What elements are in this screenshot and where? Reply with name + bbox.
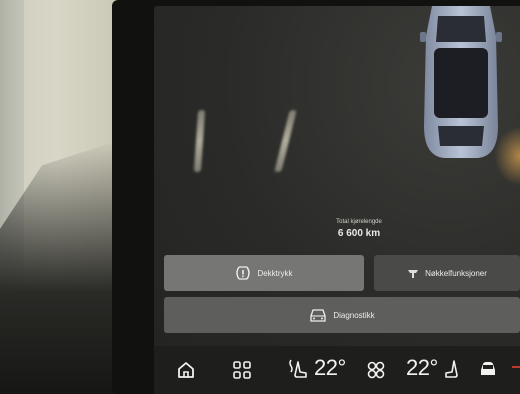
diagnostics-car-icon	[310, 309, 326, 322]
odometer-label: Total kjørelengde	[336, 219, 382, 225]
light-reflection	[494, 126, 520, 186]
alert-indicator	[512, 366, 520, 368]
passenger-temperature[interactable]: 22°	[406, 355, 438, 381]
diagnostics-button[interactable]: Diagnostikk	[164, 297, 520, 333]
passenger-seat-heat-icon[interactable]	[444, 358, 462, 382]
key-icon	[408, 270, 419, 278]
fan-icon[interactable]	[366, 360, 386, 380]
odometer: Total kjørelengde 6 600 km	[304, 219, 414, 239]
driver-seat-heat-icon[interactable]	[288, 358, 308, 382]
bottom-bar: 22° 22°	[154, 346, 520, 394]
key-functions-label: Nøkkelfunksjoner	[425, 268, 487, 278]
tire-pressure-button[interactable]: Dekktrykk	[164, 255, 364, 291]
apps-grid-icon[interactable]	[232, 360, 252, 380]
tire-pressure-icon	[236, 266, 251, 280]
infotainment-screen: Total kjørelengde 6 600 km Dekktrykk Nøk…	[154, 6, 520, 394]
home-icon[interactable]	[176, 360, 196, 380]
car-top-view-icon	[420, 6, 502, 158]
key-functions-button[interactable]: Nøkkelfunksjoner	[374, 255, 520, 291]
tire-pressure-label: Dekktrykk	[257, 268, 293, 278]
driver-temperature[interactable]: 22°	[314, 355, 346, 381]
diagnostics-label: Diagnostikk	[333, 310, 375, 320]
car-menu-icon[interactable]	[478, 360, 498, 378]
odometer-value: 6 600 km	[337, 228, 381, 239]
